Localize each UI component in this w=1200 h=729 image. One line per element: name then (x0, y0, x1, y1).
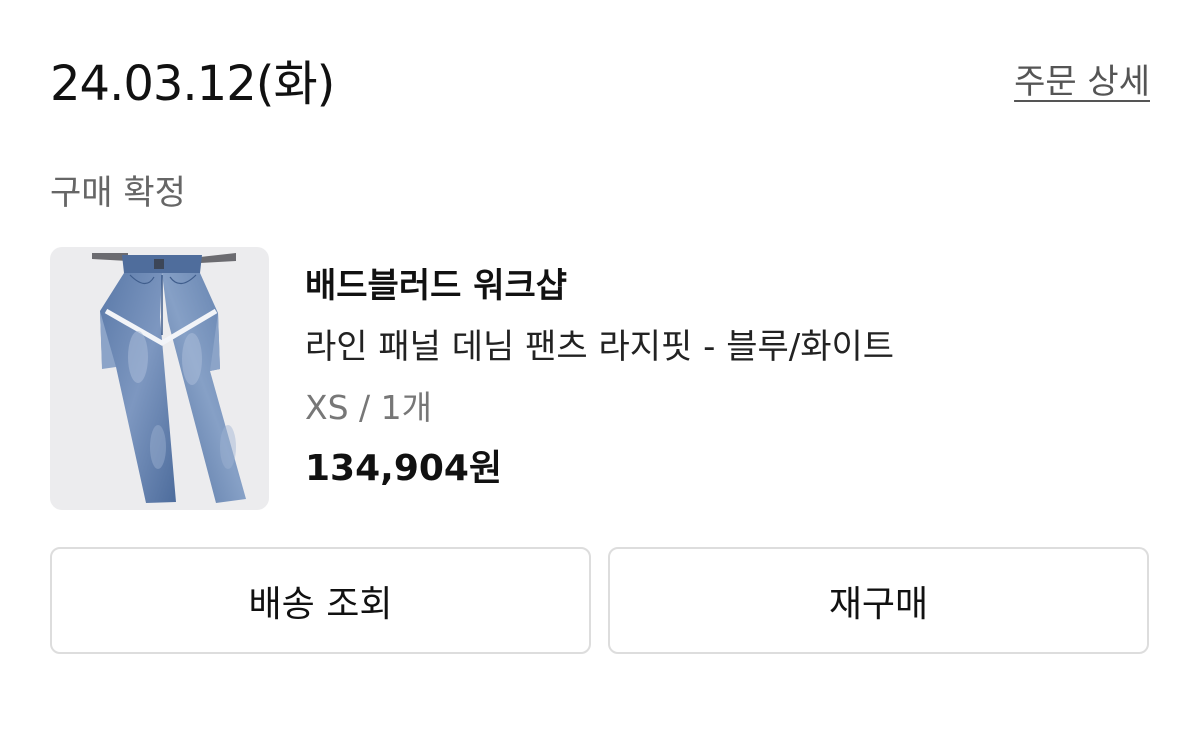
rebuy-button[interactable]: 재구매 (608, 547, 1149, 654)
track-delivery-button[interactable]: 배송 조회 (50, 547, 591, 654)
order-card: 24.03.12(화) 주문 상세 구매 확정 배드블러드 워크샵 라인 패널 … (0, 0, 1200, 729)
product-price: 134,904원 (305, 448, 503, 489)
order-date: 24.03.12(화) (50, 56, 335, 112)
product-name[interactable]: 라인 패널 데님 팬츠 라지핏 - 블루/화이트 (305, 325, 894, 369)
order-status: 구매 확정 (50, 173, 186, 213)
product-thumbnail[interactable] (50, 247, 269, 510)
denim-pants-image (92, 253, 246, 503)
product-brand[interactable]: 배드블러드 워크샵 (305, 264, 567, 308)
order-detail-link[interactable]: 주문 상세 (1014, 60, 1150, 104)
product-option: XS / 1개 (305, 388, 433, 427)
